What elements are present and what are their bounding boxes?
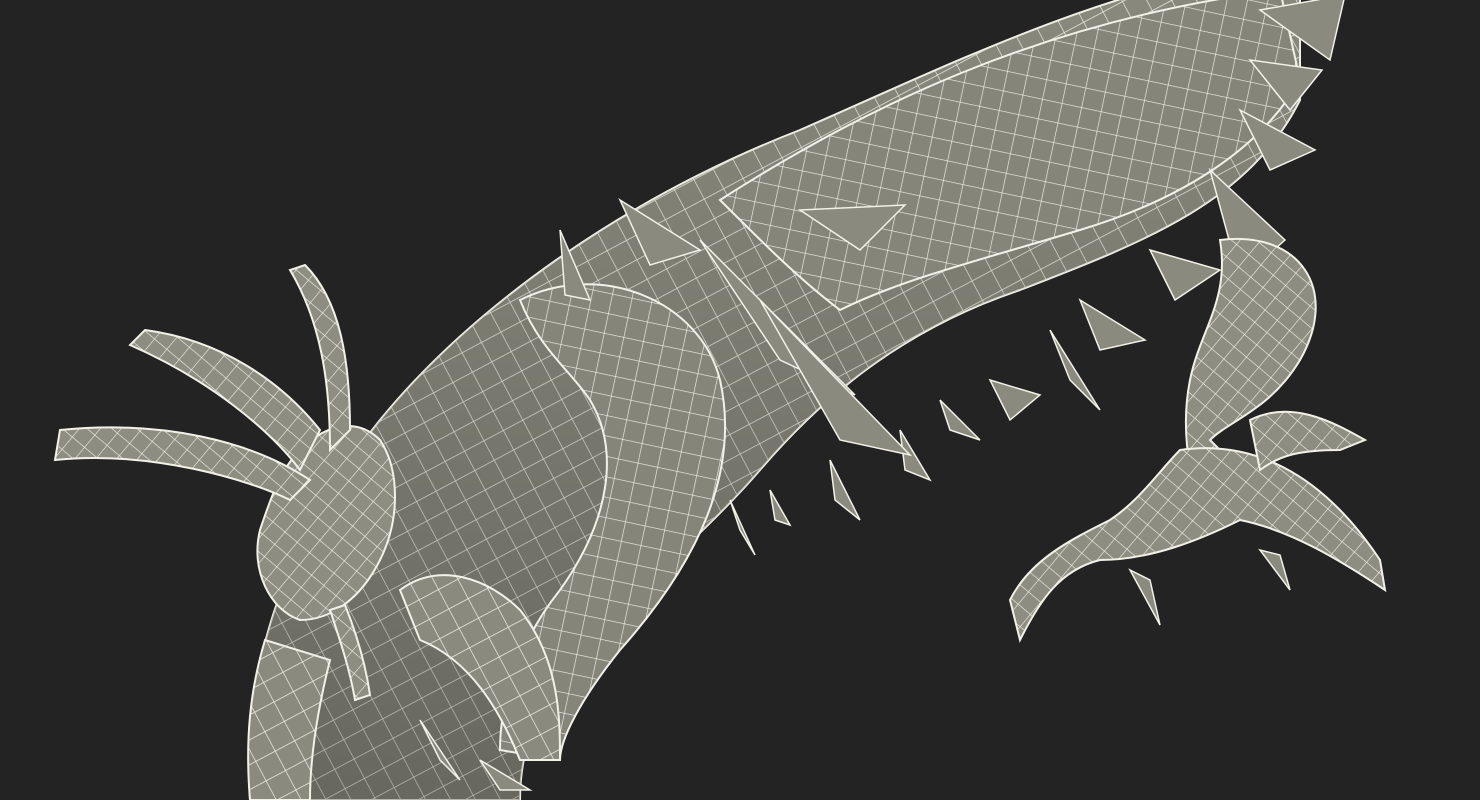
dragon-wireframe-render xyxy=(53,0,1387,800)
left-hand xyxy=(53,263,396,702)
render-viewport xyxy=(0,0,1480,800)
